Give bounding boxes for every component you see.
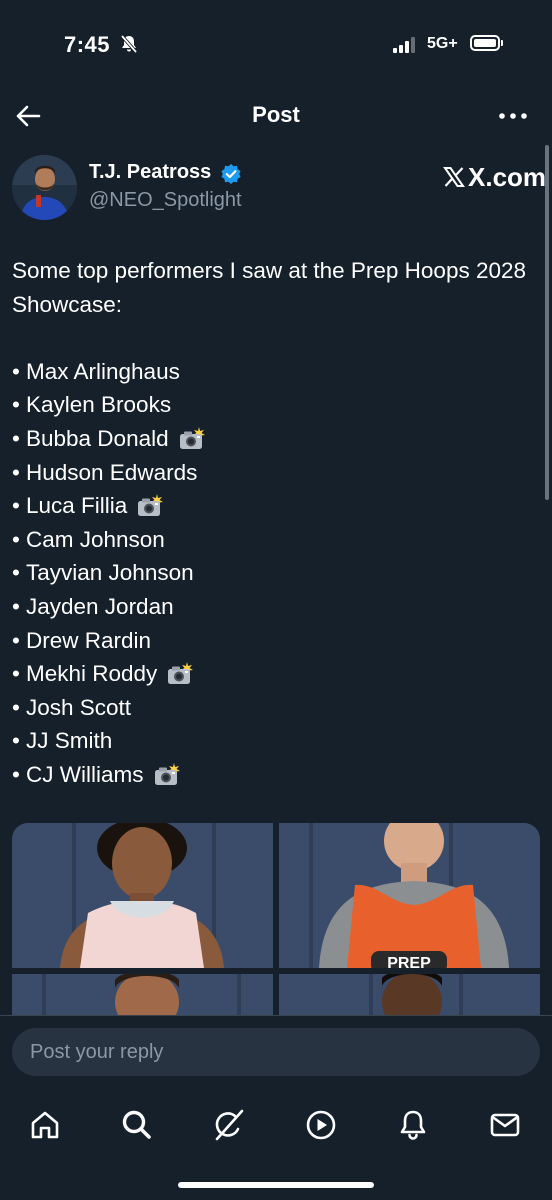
jersey-text: PREP — [387, 955, 431, 968]
player-name: Luca Fillia — [26, 493, 128, 519]
player-name: Max Arlinghaus — [26, 358, 180, 384]
player-name: Josh Scott — [26, 694, 132, 720]
notifications-icon — [400, 1110, 426, 1140]
player-name: Tayvian Johnson — [26, 560, 194, 586]
player-list-item: • Josh Scott — [12, 691, 537, 725]
player-photo-1[interactable] — [12, 823, 273, 968]
post-body: Some top performers I saw at the Prep Ho… — [12, 254, 537, 792]
tab-video[interactable] — [298, 1102, 344, 1148]
bullet-point: • — [12, 761, 20, 787]
player-name: JJ Smith — [26, 728, 113, 754]
bullet-point: • — [12, 392, 20, 418]
xcom-watermark: X.com — [442, 162, 546, 192]
author-name[interactable]: T.J. Peatross — [89, 161, 211, 184]
bullet-point: • — [12, 661, 20, 687]
bullet-point: • — [12, 728, 20, 754]
player-photo-3[interactable] — [12, 974, 273, 1015]
player-photo-2[interactable]: PREP — [279, 823, 540, 968]
battery-icon — [470, 35, 503, 51]
camera-flash-icon — [177, 426, 207, 452]
messages-icon — [490, 1113, 520, 1137]
player-list: • Max Arlinghaus • Kaylen Brooks • Bubba Dona… — [12, 355, 537, 792]
bullet-point: • — [12, 627, 20, 653]
page-title: Post — [252, 102, 300, 127]
camera-flash-icon — [152, 762, 182, 788]
bullet-point: • — [12, 459, 20, 485]
reply-input[interactable] — [12, 1028, 540, 1076]
post-intro: Some top performers I saw at the Prep Ho… — [12, 258, 527, 317]
status-bar: 7:45 5G+ — [0, 0, 552, 90]
player-name: Cam Johnson — [26, 526, 165, 552]
bullet-point: • — [12, 358, 20, 384]
player-list-item: • Hudson Edwards — [12, 456, 537, 490]
tab-grok[interactable] — [206, 1102, 252, 1148]
network-label: 5G+ — [427, 35, 458, 52]
tab-messages[interactable] — [482, 1102, 528, 1148]
author-handle[interactable]: @NEO_Spotlight — [89, 189, 242, 212]
camera-flash-icon — [135, 493, 165, 519]
player-name: Mekhi Roddy — [26, 661, 158, 687]
camera-flash-icon — [165, 661, 195, 687]
verified-badge-icon — [221, 164, 241, 184]
more-options-icon[interactable] — [496, 102, 530, 130]
player-list-item: • JJ Smith — [12, 724, 537, 758]
player-list-item: • Luca Fillia — [12, 489, 537, 523]
player-name: Jayden Jordan — [26, 593, 174, 619]
player-list-item: • Tayvian Johnson — [12, 556, 537, 590]
video-icon — [306, 1110, 336, 1140]
tab-search[interactable] — [114, 1102, 160, 1148]
search-icon — [122, 1110, 151, 1139]
status-time: 7:45 — [64, 32, 111, 57]
player-list-item: • Jayden Jordan — [12, 590, 537, 624]
player-name: Hudson Edwards — [26, 459, 198, 485]
xcom-label: X.com — [468, 161, 547, 192]
grok-icon — [215, 1109, 244, 1141]
player-list-item: • CJ Williams — [12, 758, 537, 792]
player-photo-4[interactable] — [279, 974, 540, 1015]
reply-bar — [0, 1015, 552, 1091]
player-list-item: • Bubba Donald — [12, 422, 537, 456]
nav-bar: Post — [0, 90, 552, 142]
bell-off-icon — [120, 34, 138, 54]
media-grid[interactable]: PREP — [12, 823, 540, 1015]
player-list-item: • Mekhi Roddy — [12, 657, 537, 691]
player-list-item: • Drew Rardin — [12, 624, 537, 658]
player-list-item: • Kaylen Brooks — [12, 388, 537, 422]
avatar-photo — [12, 155, 77, 220]
bullet-point: • — [12, 694, 20, 720]
bullet-point: • — [12, 560, 20, 586]
tab-notifications[interactable] — [390, 1102, 436, 1148]
scrollbar[interactable] — [545, 145, 549, 500]
player-list-item: • Max Arlinghaus — [12, 355, 537, 389]
author-avatar[interactable] — [12, 155, 77, 220]
bullet-point: • — [12, 425, 20, 451]
signal-icon — [393, 37, 419, 53]
player-name: CJ Williams — [26, 761, 144, 787]
home-icon — [31, 1111, 59, 1139]
bullet-point: • — [12, 593, 20, 619]
bullet-point: • — [12, 493, 20, 519]
player-list-item: • Cam Johnson — [12, 523, 537, 557]
bullet-point: • — [12, 526, 20, 552]
tab-home[interactable] — [22, 1102, 68, 1148]
player-name: Drew Rardin — [26, 627, 152, 653]
home-indicator[interactable] — [178, 1182, 374, 1188]
player-name: Bubba Donald — [26, 425, 169, 451]
x-logo-icon — [443, 167, 465, 187]
player-name: Kaylen Brooks — [26, 392, 172, 418]
